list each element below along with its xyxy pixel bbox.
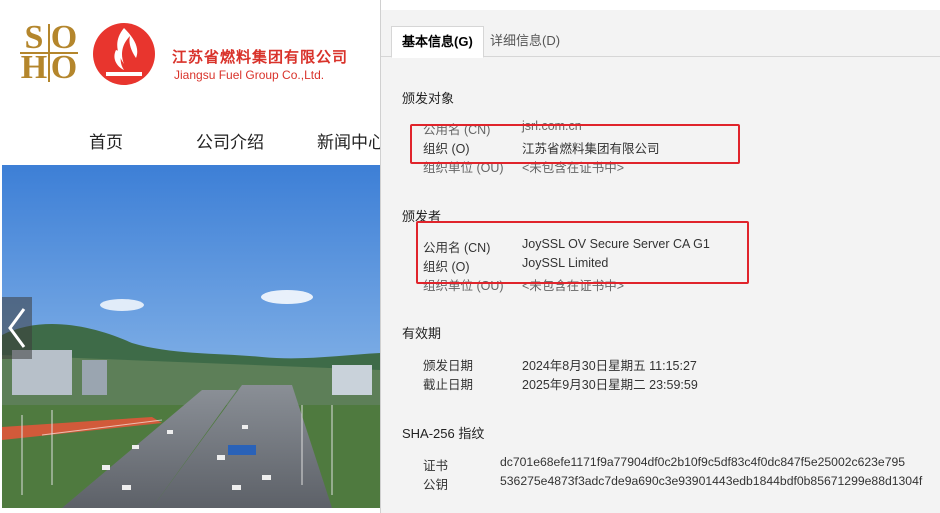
validity-section-title: 有效期 bbox=[402, 326, 442, 341]
carousel-prev-button[interactable] bbox=[2, 297, 32, 359]
cert-hash-label: 证书 bbox=[423, 459, 449, 473]
hero-banner-image bbox=[2, 165, 380, 508]
brand-name-en: Jiangsu Fuel Group Co.,Ltd. bbox=[174, 68, 325, 82]
tab-general[interactable]: 基本信息(G) bbox=[391, 26, 484, 58]
tab-details[interactable]: 详细信息(D) bbox=[480, 26, 570, 56]
fingerprint-section-title: SHA-256 指纹 bbox=[402, 426, 485, 441]
logo-letter-o2: O bbox=[50, 49, 78, 86]
nav-item-about[interactable]: 公司介绍 bbox=[196, 128, 264, 153]
main-nav: 首页 公司介绍 新闻中心 bbox=[0, 128, 380, 153]
subject-highlight-box bbox=[410, 124, 740, 164]
issued-on-value: 2024年8月30日星期五 11:15:27 bbox=[522, 359, 697, 373]
nav-item-home[interactable]: 首页 bbox=[89, 128, 123, 153]
tab-bar: 基本信息(G) 详细信息(D) bbox=[381, 26, 940, 58]
cert-hash-value: dc701e68efe1171f9a77904df0c2b10f9c5df83c… bbox=[500, 455, 906, 469]
flame-emblem-icon bbox=[93, 23, 155, 85]
website-view: S O H O 江苏省燃料集团有限公司 Jiangsu Fuel Group C… bbox=[0, 0, 380, 513]
nav-item-news[interactable]: 新闻中心 bbox=[317, 128, 380, 153]
chevron-left-icon bbox=[8, 308, 26, 348]
expires-on-label: 截止日期 bbox=[423, 378, 474, 392]
logo-letter-h: H bbox=[20, 49, 48, 86]
issuer-highlight-box bbox=[416, 221, 749, 284]
expires-on-value: 2025年9月30日星期二 23:59:59 bbox=[522, 378, 698, 392]
brand-name-cn: 江苏省燃料集团有限公司 bbox=[172, 49, 349, 66]
pubkey-hash-label: 公钥 bbox=[423, 478, 449, 492]
subject-section-title: 颁发对象 bbox=[402, 91, 455, 106]
soho-logo[interactable]: S O H O bbox=[20, 19, 80, 86]
pubkey-hash-value: 536275e4873f3adc7de9a690c3e93901443edb18… bbox=[500, 474, 923, 488]
logo-letter-s1: S bbox=[24, 19, 44, 56]
certificate-viewer: 基本信息(G) 详细信息(D) 颁发对象 公用名 (CN) jsrl.com.c… bbox=[380, 0, 940, 513]
issued-on-label: 颁发日期 bbox=[423, 359, 474, 373]
logo-letter-o1: O bbox=[50, 19, 78, 56]
